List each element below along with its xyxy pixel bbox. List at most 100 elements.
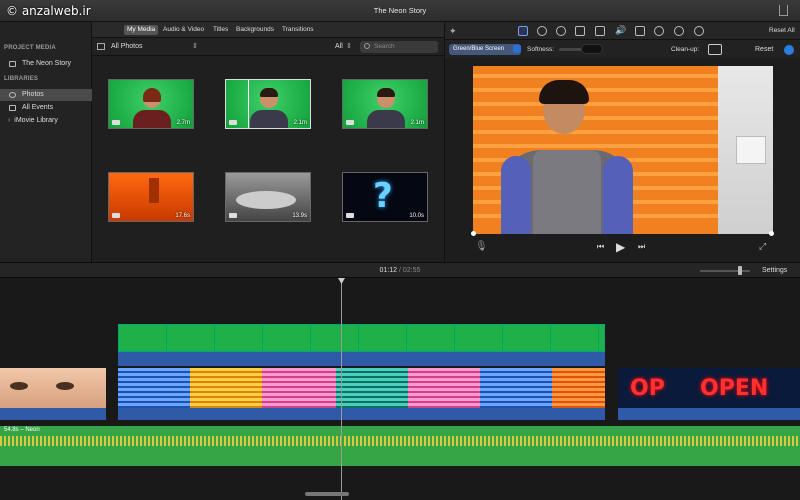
overlay-mode-select[interactable]: Green/Blue Screen (449, 44, 521, 55)
machine-shape (149, 178, 159, 203)
chevron-updown-icon[interactable]: ⇕ (192, 42, 198, 50)
timeline-zoom-slider[interactable] (700, 270, 750, 272)
cleanup-crop-button[interactable] (708, 44, 722, 55)
timeline-clip[interactable] (118, 368, 190, 408)
speed-icon[interactable] (654, 26, 664, 36)
figure-shape (250, 110, 288, 128)
face-closeup-clip[interactable] (0, 368, 106, 408)
machine-shape (236, 191, 296, 209)
overlay-audio-waveform[interactable] (118, 352, 605, 366)
media-clip-thumbnail[interactable]: 2.7m (108, 79, 194, 129)
clip-duration: 2.7m (176, 120, 190, 126)
info-icon[interactable] (694, 26, 704, 36)
reset-all-button[interactable]: Reset All (769, 27, 795, 34)
play-icon[interactable]: ▶ (616, 240, 625, 254)
chevron-updown-icon[interactable]: ⇕ (346, 42, 352, 50)
horizontal-scrollbar[interactable] (305, 492, 349, 496)
timecode-display: 01:12 / 02:55 (0, 267, 800, 274)
video-overlay-icon[interactable] (518, 26, 528, 36)
share-icon[interactable] (779, 5, 788, 16)
media-clip-thumbnail[interactable]: ? 10.0s (342, 172, 428, 222)
filter-dropdown[interactable]: All Photos (111, 43, 143, 50)
sidebar-item-photos[interactable]: Photos (0, 89, 92, 101)
search-input[interactable]: Search (360, 41, 438, 53)
stabilization-icon[interactable] (595, 26, 605, 36)
tab-titles[interactable]: Titles (210, 25, 231, 35)
timeline-header: 01:12 / 02:55 Settings (0, 262, 800, 278)
softness-label: Softness: (527, 46, 555, 53)
skip-forward-icon[interactable]: ⏭ (638, 242, 645, 252)
video-camera-icon (346, 213, 354, 218)
softness-slider-knob[interactable] (581, 44, 603, 54)
main-audio-waveform[interactable] (118, 408, 605, 420)
search-icon (364, 43, 370, 49)
timeline-zoom-knob[interactable] (738, 266, 742, 275)
neon-sign-text: OPEN (700, 376, 769, 401)
tab-backgrounds[interactable]: Backgrounds (233, 25, 277, 35)
timeline-clip[interactable] (552, 368, 605, 408)
figure-shape (133, 110, 171, 128)
sidebar-item-label: The Neon Story (22, 60, 72, 67)
sidebar-item-all-events[interactable]: All Events (0, 102, 92, 114)
sidebar-item-imovie-library[interactable]: › iMovie Library (0, 115, 92, 127)
noise-reduction-icon[interactable] (635, 26, 645, 36)
sidebar: PROJECT MEDIA The Neon Story LIBRARIES P… (0, 22, 92, 262)
skip-back-icon[interactable]: ⏮ (597, 242, 604, 252)
viewer-video-frame[interactable] (473, 66, 773, 234)
sidebar-item-label: All Events (22, 104, 54, 111)
current-time: 01:12 (379, 267, 398, 274)
color-correction-icon[interactable] (556, 26, 566, 36)
events-icon (9, 105, 16, 111)
project-media-heading: PROJECT MEDIA (4, 45, 56, 51)
green-screen-clip[interactable] (118, 324, 605, 352)
disclosure-chevron-icon[interactable]: › (8, 117, 10, 124)
figure-shape (367, 110, 405, 128)
video-camera-icon (112, 213, 120, 218)
sidebar-item-project[interactable]: The Neon Story (0, 58, 92, 70)
media-clip-thumbnail[interactable]: 2.1m (342, 79, 428, 129)
media-clip-thumbnail[interactable]: 13.9s (225, 172, 311, 222)
tab-transitions[interactable]: Transitions (279, 25, 317, 35)
main-audio-waveform[interactable] (618, 408, 800, 420)
neon-question-mark: ? (373, 176, 393, 216)
playhead[interactable] (341, 278, 342, 500)
fullscreen-icon[interactable]: ⤢ (759, 241, 766, 252)
crop-icon[interactable] (575, 26, 585, 36)
cleanup-eraser-icon[interactable] (727, 44, 741, 55)
neon-sign-text: OP (630, 376, 665, 401)
timeline-settings-button[interactable]: Settings (762, 267, 787, 274)
adjustments-toolbar: ✦ 🔊 Reset All (445, 22, 800, 40)
microphone-icon[interactable]: 🎙 (475, 241, 488, 252)
main-audio-waveform[interactable] (0, 408, 106, 420)
figure-shape (260, 88, 278, 108)
timeline-clip[interactable] (190, 368, 262, 408)
media-clip-thumbnail[interactable]: 17.6s (108, 172, 194, 222)
sidebar-item-label: Photos (22, 91, 44, 98)
color-balance-icon[interactable] (537, 26, 547, 36)
reset-button[interactable]: Reset (755, 46, 773, 53)
neon-open-sign-clip[interactable]: OP OPEN (618, 368, 800, 408)
timeline-clip[interactable] (480, 368, 552, 408)
all-filter-dropdown[interactable]: All (335, 43, 343, 50)
title-bar: © anzalweb.ir The Neon Story (0, 0, 800, 22)
background-music-track[interactable] (0, 426, 800, 466)
timeline: OP OPEN 54.8s – Neon (0, 278, 800, 500)
sidebar-toggle-icon[interactable] (97, 43, 105, 50)
tab-my-media[interactable]: My Media (124, 25, 159, 35)
tab-audio-video[interactable]: Audio & Video (160, 25, 207, 35)
clip-duration: 10.0s (409, 213, 424, 219)
project-icon (9, 61, 16, 67)
cleanup-label: Clean-up: (671, 46, 700, 53)
timeline-clip[interactable] (336, 368, 408, 408)
apply-checkmark-icon[interactable] (784, 45, 794, 55)
media-clip-thumbnail[interactable]: 2.1m (225, 79, 311, 129)
clip-filter-icon[interactable] (674, 26, 684, 36)
magic-wand-icon[interactable]: ✦ (449, 26, 457, 37)
volume-icon[interactable]: 🔊 (615, 25, 626, 35)
filter-bar: All Photos ⇕ All ⇕ Search (92, 38, 444, 56)
sidebar-item-label: iMovie Library (14, 117, 58, 124)
timeline-clip[interactable] (408, 368, 480, 408)
background-box (736, 136, 766, 164)
chevron-down-icon[interactable] (513, 45, 521, 53)
timeline-clip[interactable] (262, 368, 336, 408)
